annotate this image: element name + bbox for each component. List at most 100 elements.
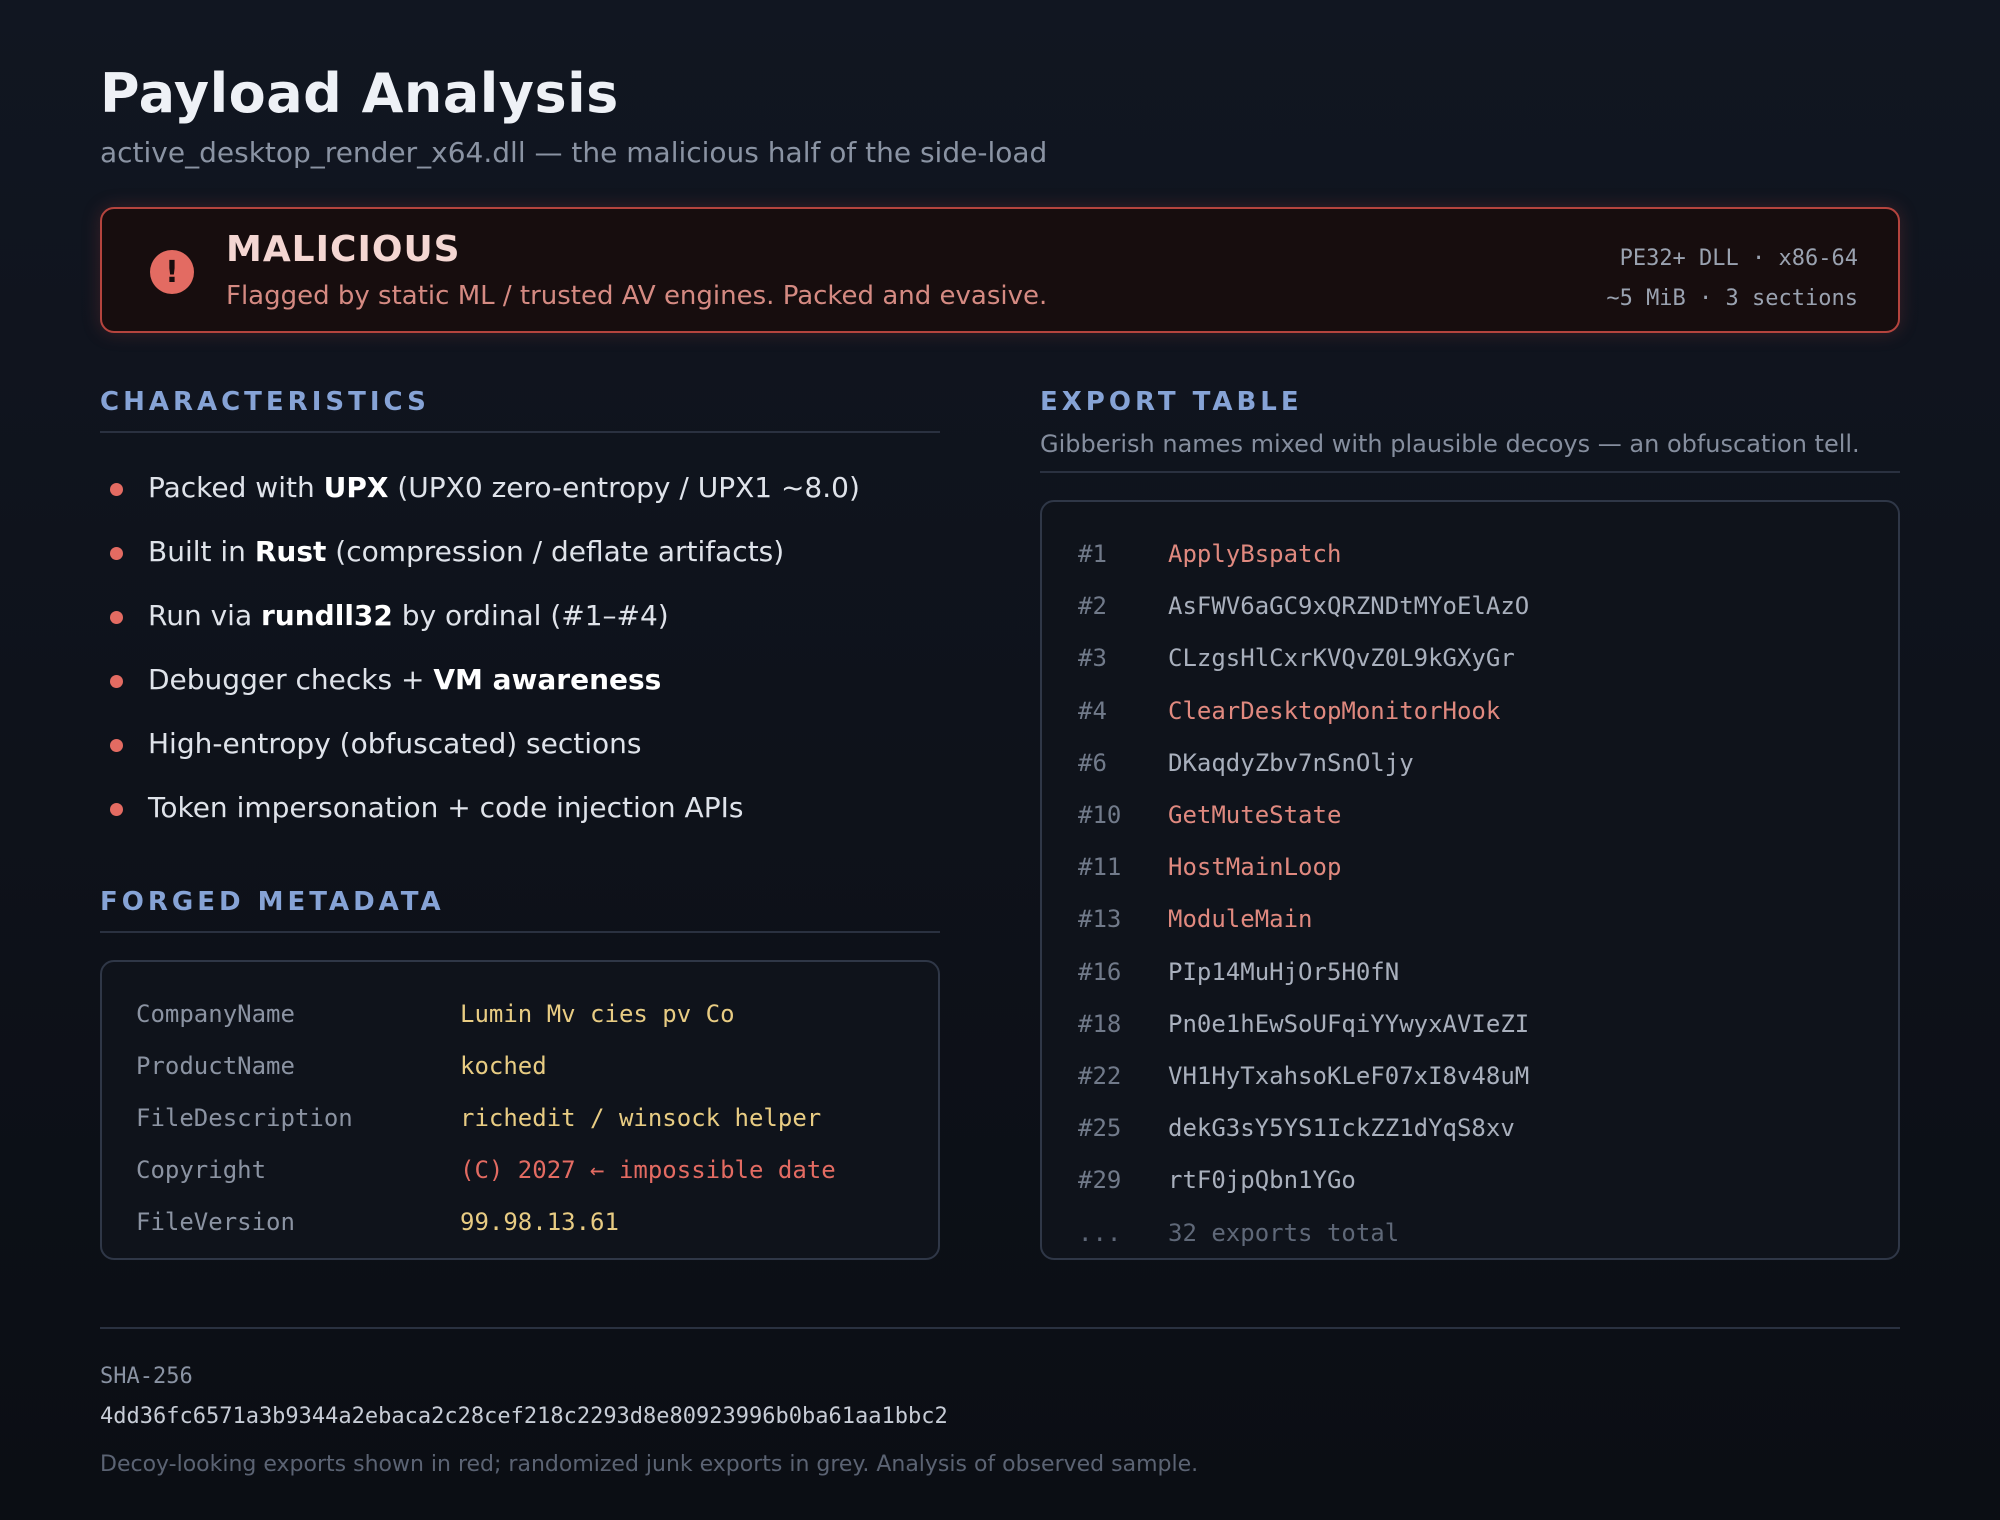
- export-row: #18 Pn0e1hEwSoUFqiYYwyxAVIeZI: [1078, 998, 1862, 1050]
- export-ordinal: #10: [1078, 801, 1122, 830]
- bullet-icon: [110, 803, 123, 816]
- export-ordinal: #16: [1078, 957, 1122, 986]
- export-ordinal: #29: [1078, 1166, 1122, 1195]
- characteristic-item: Packed with UPX (UPX0 zero-entropy / UPX…: [100, 462, 940, 526]
- verdict-description: Flagged by static ML / trusted AV engine…: [226, 281, 1048, 311]
- characteristic-keyword: VM awareness: [433, 663, 662, 696]
- export-row: #25 dekG3sY5YS1IckZZ1dYqS8xv: [1078, 1102, 1862, 1154]
- characteristic-keyword: Rust: [254, 535, 327, 568]
- export-table-heading: EXPORT TABLE: [1040, 387, 1303, 417]
- verdict-meta: PE32+ DLL · x86-64 ~5 MiB · 3 sections: [1606, 239, 1858, 319]
- alert-icon: !: [150, 250, 194, 294]
- export-ordinal: #11: [1078, 853, 1122, 882]
- export-ordinal: #22: [1078, 1061, 1122, 1090]
- characteristic-keyword: rundll32: [261, 599, 393, 632]
- export-row: #10 GetMuteState: [1078, 789, 1862, 841]
- characteristic-item: High-entropy (obfuscated) sections: [100, 718, 940, 782]
- export-name-junk: Pn0e1hEwSoUFqiYYwyxAVIeZI: [1168, 1009, 1530, 1038]
- characteristic-text: by ordinal (#1–#4): [392, 599, 669, 632]
- export-ordinal: #18: [1078, 1009, 1122, 1038]
- file-format: PE32+ DLL · x86-64: [1619, 246, 1858, 271]
- characteristic-item: Built in Rust (compression / deflate art…: [100, 526, 940, 590]
- export-name-decoy: ClearDesktopMonitorHook: [1168, 696, 1501, 725]
- metadata-row: CompanyName Lumin Mv cies pv Co: [136, 988, 904, 1040]
- export-table-divider: [1040, 471, 1900, 473]
- export-name-junk: AsFWV6aGC9xQRZNDtMYoElAzO: [1168, 592, 1530, 621]
- metadata-key: ProductName: [136, 1052, 295, 1080]
- export-ordinal: #3: [1078, 644, 1107, 673]
- sha256-label: SHA-256: [100, 1364, 193, 1389]
- metadata-value: 99.98.13.61: [460, 1208, 619, 1236]
- metadata-value: Lumin Mv cies pv Co: [460, 1000, 735, 1028]
- characteristic-text: Packed with: [148, 471, 324, 504]
- metadata-row: ProductName koched: [136, 1040, 904, 1092]
- export-name-decoy: GetMuteState: [1168, 801, 1342, 830]
- export-name-junk: DKaqdyZbv7nSnOljy: [1168, 748, 1414, 777]
- payload-analysis-page: Payload Analysis active_desktop_render_x…: [100, 0, 1900, 1520]
- characteristic-text: (UPX0 zero-entropy / UPX1 ~8.0): [388, 471, 860, 504]
- export-name-decoy: ModuleMain: [1168, 905, 1313, 934]
- characteristic-text: Built in: [148, 535, 255, 568]
- export-row: #4 ClearDesktopMonitorHook: [1078, 685, 1862, 737]
- characteristic-text: Run via: [148, 599, 261, 632]
- export-ordinal: #1: [1078, 540, 1107, 569]
- export-total-row: ... 32 exports total: [1078, 1206, 1862, 1258]
- page-subtitle: active_desktop_render_x64.dll — the mali…: [100, 136, 1048, 169]
- metadata-key: CompanyName: [136, 1000, 295, 1028]
- export-name-decoy: HostMainLoop: [1168, 853, 1342, 882]
- export-table-description: Gibberish names mixed with plausible dec…: [1040, 430, 1860, 458]
- export-ordinal: #2: [1078, 592, 1107, 621]
- bullet-icon: [110, 739, 123, 752]
- export-ordinal: #25: [1078, 1114, 1122, 1143]
- bullet-icon: [110, 611, 123, 624]
- export-name-junk: PIp14MuHjOr5H0fN: [1168, 957, 1400, 986]
- export-ordinal: #4: [1078, 696, 1107, 725]
- characteristic-text: High-entropy (obfuscated) sections: [148, 727, 642, 760]
- bullet-icon: [110, 547, 123, 560]
- footer-note: Decoy-looking exports shown in red; rand…: [100, 1452, 1199, 1477]
- metadata-row: FileDescription richedit / winsock helper: [136, 1092, 904, 1144]
- export-name-junk: dekG3sY5YS1IckZZ1dYqS8xv: [1168, 1114, 1515, 1143]
- export-table: #1 ApplyBspatch #2 AsFWV6aGC9xQRZNDtMYoElAz…: [1040, 500, 1900, 1260]
- metadata-key: FileDescription: [136, 1104, 353, 1132]
- export-name-junk: VH1HyTxahsoKLeF07xI8v48uM: [1168, 1061, 1530, 1090]
- export-row: #13 ModuleMain: [1078, 893, 1862, 945]
- verdict-label: MALICIOUS: [226, 229, 461, 270]
- export-name-decoy: ApplyBspatch: [1168, 540, 1342, 569]
- metadata-value: (C) 2027 ← impossible date: [460, 1156, 836, 1184]
- export-row: #16 PIp14MuHjOr5H0fN: [1078, 946, 1862, 998]
- export-ordinal: #6: [1078, 748, 1107, 777]
- characteristics-list: Packed with UPX (UPX0 zero-entropy / UPX…: [100, 462, 940, 846]
- export-row: #2 AsFWV6aGC9xQRZNDtMYoElAzO: [1078, 580, 1862, 632]
- characteristic-item: Token impersonation + code injection API…: [100, 782, 940, 846]
- page-title: Payload Analysis: [100, 62, 619, 125]
- export-row: #11 HostMainLoop: [1078, 841, 1862, 893]
- metadata-row: FileVersion 99.98.13.61: [136, 1196, 904, 1248]
- forged-metadata-divider: [100, 931, 940, 933]
- metadata-key: FileVersion: [136, 1208, 295, 1236]
- characteristic-text: (compression / deflate artifacts): [326, 535, 785, 568]
- metadata-value: koched: [460, 1052, 547, 1080]
- bullet-icon: [110, 483, 123, 496]
- characteristic-item: Run via rundll32 by ordinal (#1–#4): [100, 590, 940, 654]
- characteristic-text: Token impersonation + code injection API…: [148, 791, 744, 824]
- characteristic-item: Debugger checks + VM awareness: [100, 654, 940, 718]
- export-ellipsis: ...: [1078, 1218, 1122, 1247]
- export-row: #3 CLzgsHlCxrKVQvZ0L9kGXyGr: [1078, 632, 1862, 684]
- characteristic-keyword: UPX: [323, 471, 389, 504]
- file-size-sections: ~5 MiB · 3 sections: [1606, 286, 1858, 311]
- sha256-value: 4dd36fc6571a3b9344a2ebaca2c28cef218c2293…: [100, 1404, 948, 1429]
- export-name-junk: rtF0jpQbn1YGo: [1168, 1166, 1356, 1195]
- metadata-row: Copyright (C) 2027 ← impossible date: [136, 1144, 904, 1196]
- export-total-label: 32 exports total: [1168, 1218, 1400, 1247]
- verdict-banner: ! MALICIOUS Flagged by static ML / trust…: [100, 207, 1900, 333]
- bullet-icon: [110, 675, 123, 688]
- export-name-junk: CLzgsHlCxrKVQvZ0L9kGXyGr: [1168, 644, 1515, 673]
- forged-metadata-table: CompanyName Lumin Mv cies pv Co ProductNam…: [100, 960, 940, 1260]
- export-ordinal: #13: [1078, 905, 1122, 934]
- metadata-key: Copyright: [136, 1156, 267, 1184]
- characteristics-heading: CHARACTERISTICS: [100, 387, 430, 417]
- export-row: #1 ApplyBspatch: [1078, 528, 1862, 580]
- export-row: #22 VH1HyTxahsoKLeF07xI8v48uM: [1078, 1050, 1862, 1102]
- export-row: #6 DKaqdyZbv7nSnOljy: [1078, 737, 1862, 789]
